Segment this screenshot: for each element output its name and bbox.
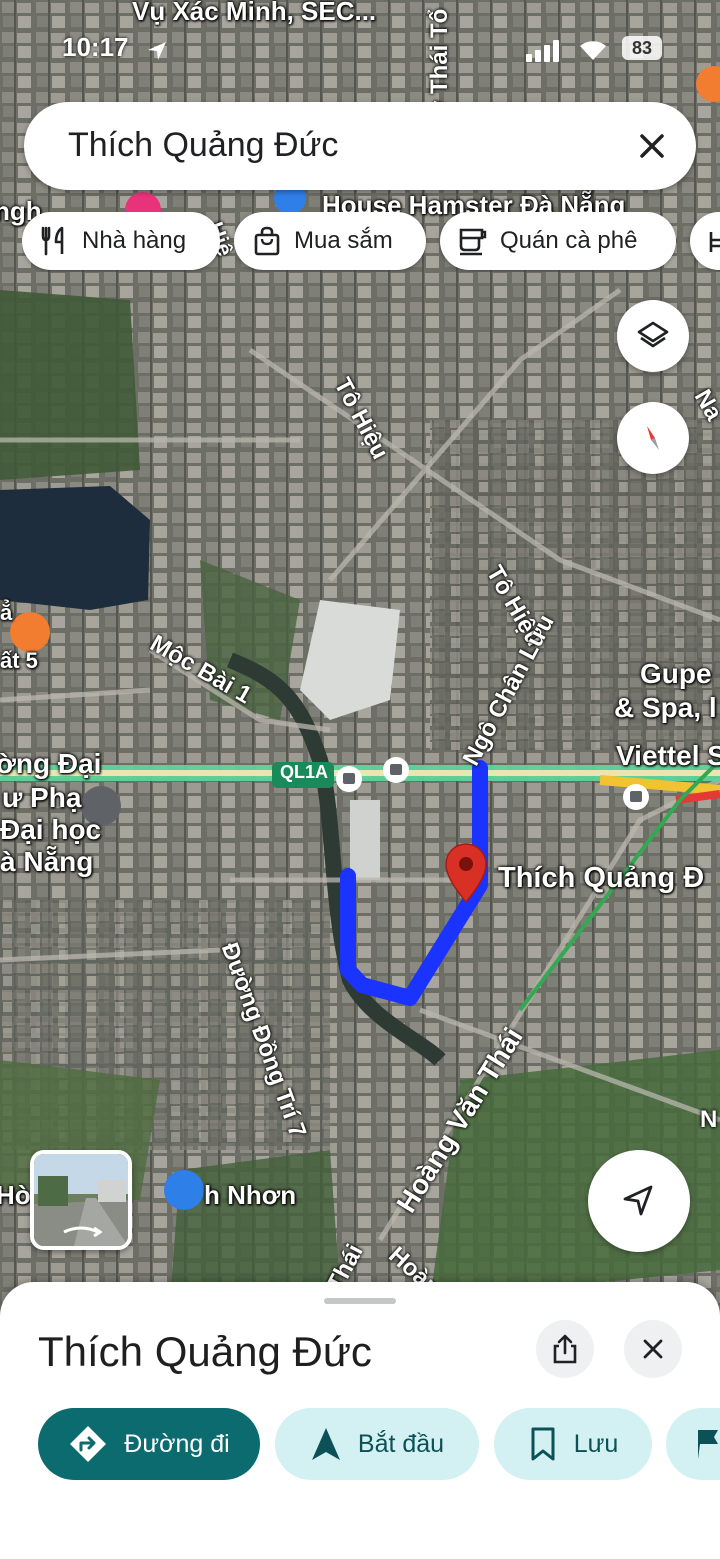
chip-coffee[interactable]: Quán cà phê <box>440 212 676 270</box>
place-label[interactable]: ờng Đại <box>0 748 101 780</box>
place-label[interactable]: Hò <box>0 1180 31 1211</box>
directions-button[interactable]: Đường đi <box>38 1408 260 1480</box>
chip-more[interactable] <box>690 212 720 270</box>
directions-label: Đường đi <box>124 1429 230 1458</box>
save-button[interactable]: Lưu <box>494 1408 652 1480</box>
street-view-image <box>34 1154 128 1246</box>
flag-icon <box>698 1430 718 1459</box>
compass-icon <box>647 426 659 450</box>
category-chips: Nhà hàng Mua sắm Quán cà phê <box>22 212 720 272</box>
signal-icon <box>526 40 559 62</box>
place-title: Thích Quảng Đức <box>38 1328 372 1375</box>
navigation-arrow-icon <box>311 1428 340 1460</box>
save-label: Lưu <box>573 1429 619 1458</box>
bookmark-icon <box>531 1427 555 1461</box>
close-sheet-button[interactable] <box>624 1320 682 1378</box>
place-bottom-sheet[interactable]: Thích Quảng Đức Đường đi Bắt đầu Lưu <box>0 1282 720 1559</box>
satellite-map[interactable]: Vụ Xác Minh, SEC... House Hamster Đà Nẵn… <box>0 0 720 1330</box>
more-action-button[interactable] <box>666 1408 720 1480</box>
place-label[interactable]: Đại học <box>0 814 101 846</box>
status-time: 10:17 <box>62 32 129 62</box>
directions-icon <box>70 1426 107 1462</box>
close-icon <box>643 1339 663 1359</box>
navigation-arrow-icon <box>623 1185 653 1216</box>
battery-indicator: 83 <box>622 36 662 60</box>
place-label[interactable]: ất 5 <box>0 648 38 674</box>
place-label[interactable]: Viettel S <box>616 740 720 772</box>
place-label[interactable]: & Spa, l <box>614 692 717 724</box>
close-icon[interactable] <box>628 122 676 170</box>
place-label[interactable]: à Nẵng <box>0 846 93 878</box>
highway-shield: QL1A <box>280 762 329 782</box>
chip-restaurants[interactable]: Nhà hàng <box>22 212 220 270</box>
start-label: Bắt đầu <box>357 1429 445 1458</box>
place-label[interactable]: ư Phạ <box>2 782 81 814</box>
layers-icon <box>637 321 669 348</box>
hotel-icon <box>709 232 720 252</box>
status-bar: 10:17 83 <box>0 28 720 68</box>
chip-shopping[interactable]: Mua sắm <box>234 212 426 270</box>
my-location-button[interactable] <box>588 1150 690 1252</box>
place-label[interactable]: Vụ Xác Minh, SEC... <box>132 0 376 27</box>
share-button[interactable] <box>536 1320 594 1378</box>
place-label[interactable]: ẳ <box>0 600 12 626</box>
chip-label: Quán cà phê <box>500 227 638 254</box>
restaurant-icon <box>41 226 64 256</box>
start-button[interactable]: Bắt đầu <box>275 1408 479 1480</box>
share-icon <box>553 1334 577 1364</box>
wifi-icon <box>580 41 606 60</box>
coffee-icon <box>459 228 487 256</box>
chip-label: Nhà hàng <box>82 227 187 254</box>
chip-label: Mua sắm <box>294 227 393 254</box>
shopping-bag-icon <box>254 226 280 256</box>
layers-button[interactable] <box>617 300 689 372</box>
place-label[interactable]: h Nhơn <box>204 1180 296 1211</box>
destination-label[interactable]: Thích Quảng Đ <box>498 862 704 895</box>
street-view-thumbnail[interactable] <box>30 1150 132 1250</box>
search-query[interactable]: Thích Quảng Đức <box>68 126 338 165</box>
search-bar[interactable]: Thích Quảng Đức <box>24 102 696 190</box>
compass-button[interactable] <box>617 402 689 474</box>
drag-handle[interactable] <box>324 1298 396 1304</box>
action-buttons: Đường đi Bắt đầu Lưu <box>0 1408 720 1482</box>
location-arrow-icon <box>148 42 166 60</box>
road-label: N <box>700 1106 718 1133</box>
place-label[interactable]: Gupe <box>640 658 712 690</box>
